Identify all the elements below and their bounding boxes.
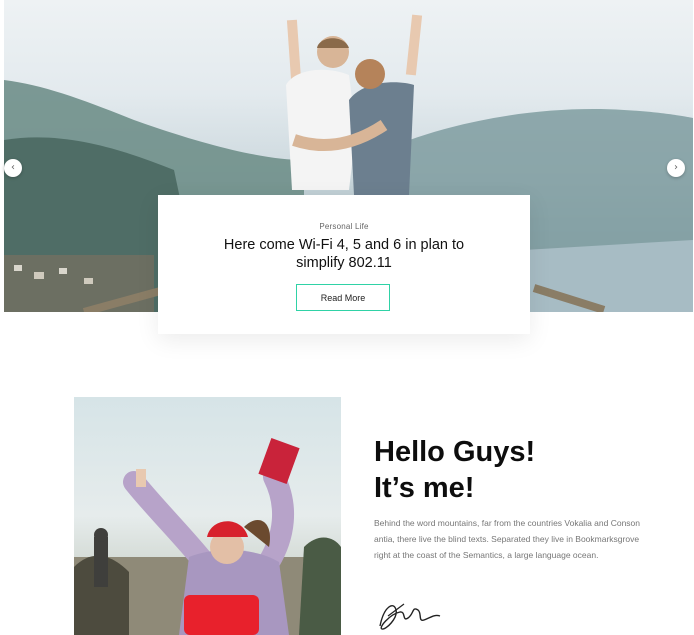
profile-image xyxy=(74,438,341,635)
heading-line-2: It’s me! xyxy=(374,472,475,504)
post-title[interactable]: Here come Wi-Fi 4, 5 and 6 in plan to si… xyxy=(198,236,490,272)
chevron-right-icon: › xyxy=(674,162,678,173)
slide-caption-card: Personal Life Here come Wi-Fi 4, 5 and 6… xyxy=(158,195,530,334)
read-more-button[interactable]: Read More xyxy=(296,284,390,311)
post-category[interactable]: Personal Life xyxy=(158,222,530,231)
chevron-left-icon: ‹ xyxy=(11,162,15,173)
slider-prev-button[interactable]: ‹ xyxy=(4,159,22,177)
slider-next-button[interactable]: › xyxy=(667,159,685,177)
profile-photo xyxy=(74,397,341,635)
signature-icon xyxy=(379,603,441,630)
about-heading: Hello Guys! It’s me! xyxy=(374,434,674,506)
heading-line-1: Hello Guys! xyxy=(374,436,536,468)
about-bio: Behind the word mountains, far from the … xyxy=(374,518,641,560)
